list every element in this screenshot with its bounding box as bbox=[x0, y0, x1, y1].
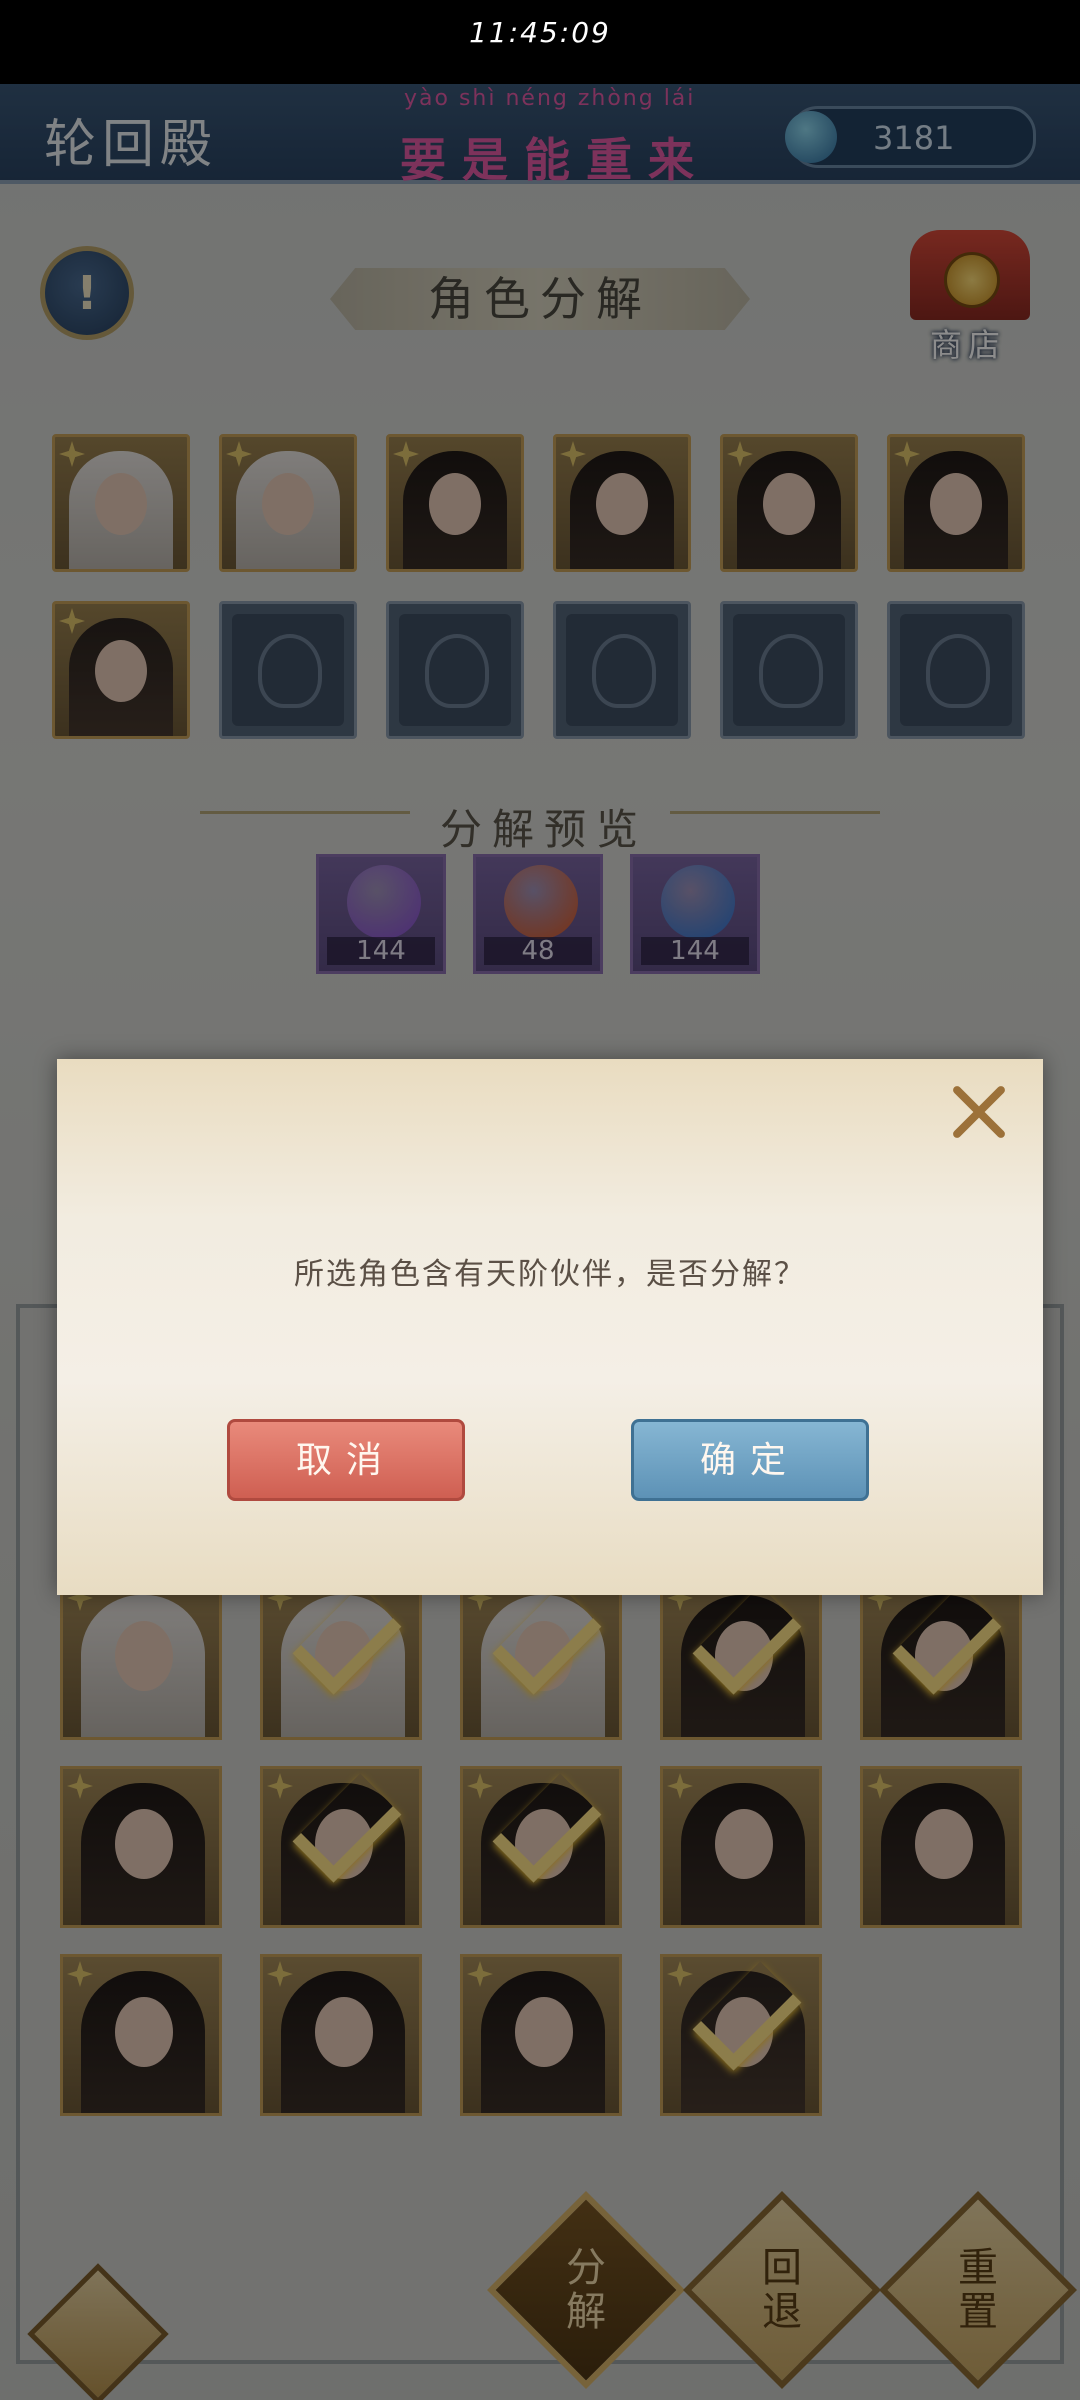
confirm-dialog: 所选角色含有天阶伙伴，是否分解？ 取消 确定 bbox=[57, 1059, 1043, 1595]
close-icon[interactable] bbox=[943, 1077, 1013, 1147]
clock: 11:45:09 bbox=[469, 16, 611, 49]
cancel-button[interactable]: 取消 bbox=[227, 1419, 465, 1501]
status-bar: 11:45:09 bbox=[0, 0, 1080, 84]
confirm-button[interactable]: 确定 bbox=[631, 1419, 869, 1501]
dialog-message: 所选角色含有天阶伙伴，是否分解？ bbox=[294, 1257, 806, 1292]
game-screen: 轮回殿 yào shì néng zhòng lái 要是能重来 3181 ! … bbox=[0, 84, 1080, 2400]
